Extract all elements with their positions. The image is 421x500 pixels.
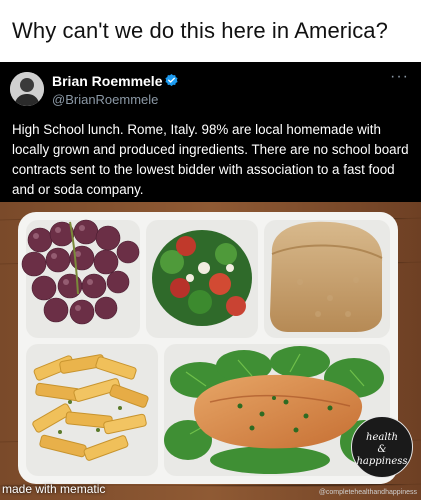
meme-caption-bar: Why can't we do this here in America? [0,0,421,62]
health-happiness-logo: health & happiness [351,416,413,478]
source-watermark: @completehealthandhappiness [318,489,417,496]
lunch-tray-photo[interactable]: made with mematic health & happiness @co… [0,202,421,500]
tweet-text: High School lunch. Rome, Italy. 98% are … [12,122,409,197]
logo-line-1: health [366,432,398,443]
logo-text: health & happiness [352,432,412,468]
verified-badge-icon [165,73,178,87]
tweet-card: Brian Roemmele @BrianRoemmele ··· High S… [0,62,421,500]
avatar-portrait-icon [10,72,44,106]
author-handle[interactable]: @BrianRoemmele [52,92,158,107]
logo-line-2: & [377,444,387,455]
logo-line-3: happiness [356,456,408,467]
meme-generator-watermark: made with mematic [2,482,106,496]
author-name[interactable]: Brian Roemmele [52,73,162,89]
avatar[interactable] [10,72,44,106]
meme-caption: Why can't we do this here in America? [12,18,388,43]
more-options-icon[interactable]: ··· [390,69,409,85]
